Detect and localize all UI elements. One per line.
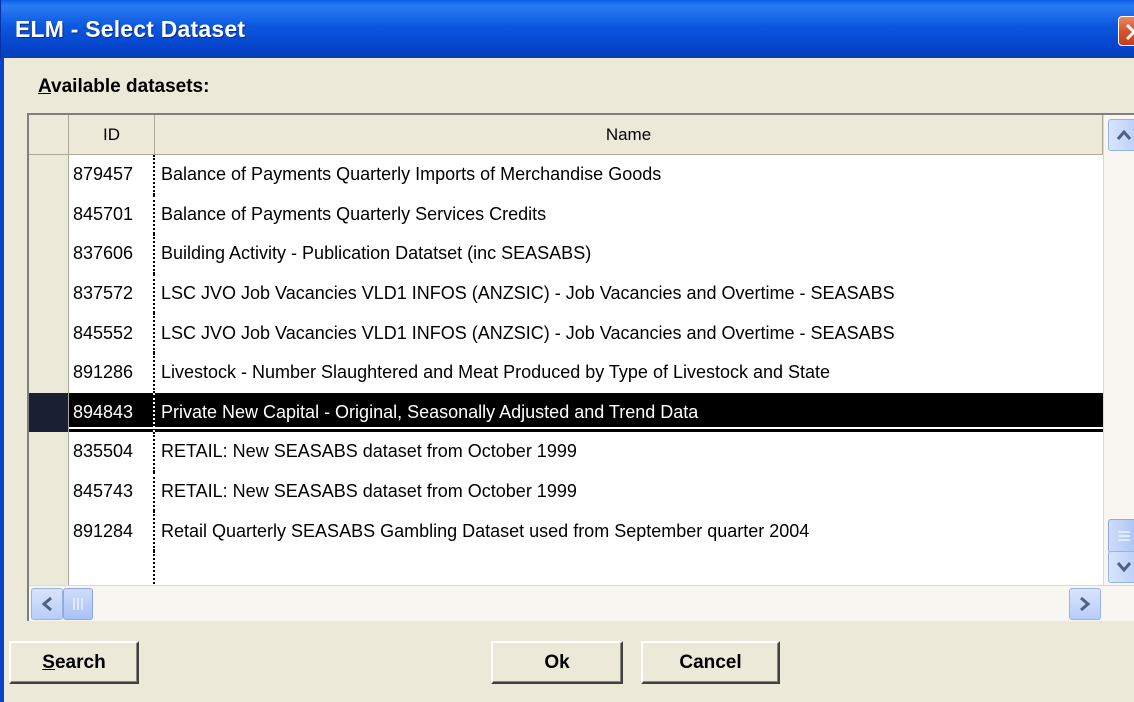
table-row-selected[interactable]: 894843 Private New Capital - Original, Se… <box>29 392 1103 433</box>
window-title: ELM - Select Dataset <box>15 16 246 42</box>
cell-id: 894843 <box>69 392 155 433</box>
datasets-grid[interactable]: ID Name 879457 Balance of Payments Quarte… <box>27 113 1134 621</box>
chevron-left-icon <box>41 596 52 612</box>
grid-header: ID Name <box>29 115 1103 155</box>
table-row[interactable]: 891284 Retail Quarterly SEASABS Gambling … <box>29 511 1103 551</box>
label-mnemonic: A <box>38 76 52 97</box>
close-button[interactable] <box>1118 16 1134 46</box>
cell-name: LSC JVO Job Vacancies VLD1 INFOS (ANZSIC… <box>161 283 895 304</box>
table-row[interactable]: 879457 Balance of Payments Quarterly Impo… <box>29 155 1103 195</box>
search-mnemonic: S <box>42 651 55 673</box>
scroll-left-button[interactable] <box>31 588 63 620</box>
search-button[interactable]: Search <box>9 641 139 684</box>
cell-id: 891286 <box>69 352 155 393</box>
ok-button[interactable]: Ok <box>491 641 623 684</box>
window-frame-left <box>0 58 4 702</box>
chevron-down-icon <box>1116 562 1132 573</box>
close-icon <box>1125 23 1134 41</box>
table-row[interactable]: 837606 Building Activity - Publication Da… <box>29 234 1103 274</box>
grip-icon <box>73 598 83 610</box>
scroll-down-button[interactable] <box>1108 551 1134 583</box>
scroll-right-button[interactable] <box>1069 588 1101 620</box>
table-row[interactable]: 837572 LSC JVO Job Vacancies VLD1 INFOS (… <box>29 273 1103 314</box>
vertical-scrollbar[interactable] <box>1103 115 1134 585</box>
row-indicator[interactable] <box>29 471 69 512</box>
cell-name: Retail Quarterly SEASABS Gambling Datase… <box>161 520 810 541</box>
cell-id: 891284 <box>69 511 155 551</box>
scroll-up-button[interactable] <box>1108 119 1134 151</box>
row-indicator[interactable] <box>29 392 69 433</box>
chevron-right-icon <box>1080 596 1091 612</box>
row-indicator[interactable] <box>29 432 69 472</box>
row-indicator[interactable] <box>29 155 69 195</box>
cell-id: 845552 <box>69 313 155 353</box>
cell-name: Private New Capital - Original, Seasonal… <box>161 401 699 422</box>
cell-id: 879457 <box>69 155 155 195</box>
chevron-up-icon <box>1116 129 1132 140</box>
column-header-id[interactable]: ID <box>69 115 155 155</box>
label-text: vailable datasets: <box>51 76 210 97</box>
title-bar[interactable]: ELM - Select Dataset <box>0 0 1134 58</box>
table-row[interactable]: 835504 RETAIL: New SEASABS dataset from O… <box>29 432 1103 472</box>
cell-name: LSC JVO Job Vacancies VLD1 INFOS (ANZSIC… <box>161 322 895 343</box>
column-header-name[interactable]: Name <box>155 115 1103 155</box>
cell-name: Balance of Payments Quarterly Services C… <box>161 203 547 224</box>
search-label: earch <box>54 651 106 673</box>
cell-id: 837606 <box>69 234 155 274</box>
row-indicator[interactable] <box>29 273 69 314</box>
table-row[interactable]: 845701 Balance of Payments Quarterly Serv… <box>29 194 1103 235</box>
row-indicator[interactable] <box>29 313 69 353</box>
horizontal-scrollbar[interactable] <box>29 585 1134 621</box>
row-indicator[interactable] <box>29 194 69 235</box>
table-row[interactable]: 845743 RETAIL: New SEASABS dataset from O… <box>29 471 1103 512</box>
row-indicator[interactable] <box>29 352 69 393</box>
cell-id: 845701 <box>69 194 155 235</box>
row-indicator-header <box>29 115 69 155</box>
vertical-scroll-thumb[interactable] <box>1108 519 1134 553</box>
cell-name: Balance of Payments Quarterly Imports of… <box>161 164 662 185</box>
table-row[interactable]: 891286 Livestock - Number Slaughtered and… <box>29 352 1103 393</box>
horizontal-scroll-thumb[interactable] <box>63 588 93 620</box>
cell-name: RETAIL: New SEASABS dataset from October… <box>161 481 577 502</box>
cell-name: RETAIL: New SEASABS dataset from October… <box>161 441 577 462</box>
cancel-button[interactable]: Cancel <box>641 641 780 684</box>
cell-id: 837572 <box>69 273 155 314</box>
cell-name: Building Activity - Publication Datatset… <box>161 243 592 264</box>
cell-id: 835504 <box>69 432 155 472</box>
row-indicator[interactable] <box>29 234 69 274</box>
cell-name: Livestock - Number Slaughtered and Meat … <box>161 362 831 383</box>
cell-id: 845743 <box>69 471 155 512</box>
row-indicator[interactable] <box>29 511 69 551</box>
available-datasets-label: Available datasets: <box>38 76 209 98</box>
grid-rows: 879457 Balance of Payments Quarterly Impo… <box>29 155 1103 591</box>
grip-icon <box>1118 531 1130 541</box>
table-row[interactable]: 845552 LSC JVO Job Vacancies VLD1 INFOS (… <box>29 313 1103 353</box>
